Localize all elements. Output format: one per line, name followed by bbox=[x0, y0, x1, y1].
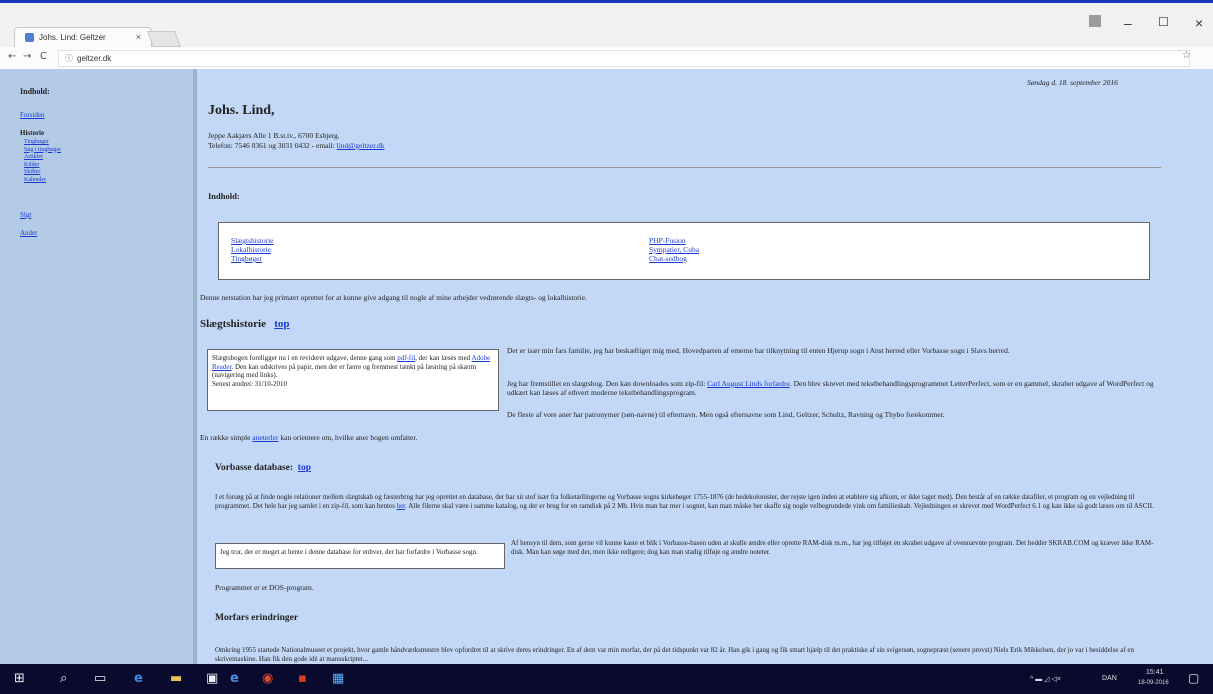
sidebar-link-slgt[interactable]: Slgt bbox=[20, 211, 31, 219]
office-icon[interactable]: ▪ bbox=[298, 671, 307, 686]
toc-link[interactable]: Sympatier, Cuba bbox=[649, 245, 699, 254]
dos-text: Programmet er et DOS-program. bbox=[215, 583, 314, 592]
heading-text: Vorbasse database: bbox=[215, 463, 294, 473]
browser-tab[interactable]: Johs. Lind: Geltzer × bbox=[14, 27, 152, 48]
vorbasse-notice-box: Jeg tror, der er meget at hente i denne … bbox=[215, 543, 505, 569]
section-heading-slaegt: Slægtshistorie top bbox=[200, 318, 290, 331]
para-vorbasse: I et forsøg på at finde nogle relationer… bbox=[215, 493, 1160, 510]
toc-link[interactable]: PHP-Fusion bbox=[649, 236, 686, 245]
sidebar: Indhold: Forsiden Historie Tingbøger Søg… bbox=[0, 69, 197, 667]
windows-start-icon[interactable]: ⊞ bbox=[14, 671, 25, 686]
heading-text: Slægtshistorie bbox=[200, 318, 266, 330]
intro-text: Denne netstation har jeg primært oprette… bbox=[200, 293, 587, 302]
address-text: Jeppe Aakjærs Alle 1 B.st.tv., 6700 Esbj… bbox=[208, 131, 340, 140]
sidebar-item[interactable]: Skifter bbox=[24, 169, 40, 175]
minimize-button[interactable]: – bbox=[1124, 15, 1132, 31]
sidebar-item[interactable]: Tingbøger bbox=[24, 139, 49, 145]
sidebar-item[interactable]: Artikler bbox=[24, 154, 43, 160]
notice-box: Slægtsbogen foreligger nu i en revideret… bbox=[207, 349, 499, 411]
sidebar-link-forsiden[interactable]: Forsiden bbox=[20, 111, 45, 119]
tray-icons[interactable]: ^ ▬ ◿ ◁× bbox=[1030, 675, 1061, 683]
file-explorer-icon[interactable]: ▬ bbox=[170, 671, 182, 686]
internet-explorer-icon[interactable]: e bbox=[230, 671, 239, 686]
notice-text-part: , der kan læses med bbox=[415, 354, 471, 362]
top-link[interactable]: top bbox=[274, 318, 289, 330]
url-field[interactable]: ⓘ geltzer.dk bbox=[58, 50, 1190, 67]
site-info-icon[interactable]: ⓘ bbox=[65, 54, 73, 63]
phone-text: Telefon: 7546 0361 og 3031 0432 - email: bbox=[208, 141, 335, 150]
toc-link[interactable]: Chat-sedbog bbox=[649, 254, 687, 263]
para-slaegtsbog: Jeg har fremstillet en slægtsbog. Den ka… bbox=[507, 379, 1157, 397]
para-text: En række simple bbox=[200, 433, 251, 442]
address-bar-row: ← → C ⓘ geltzer.dk ☆ bbox=[0, 47, 1213, 70]
maximize-button[interactable]: ☐ bbox=[1158, 15, 1169, 29]
para-text: Jeg har fremstillet en slægtsbog. Den ka… bbox=[507, 379, 706, 388]
language-indicator[interactable]: DAN bbox=[1102, 675, 1117, 682]
store-icon[interactable]: ▣ bbox=[206, 671, 218, 686]
section-heading-morfar: Morfars erindringer bbox=[215, 613, 299, 623]
reload-icon[interactable]: C bbox=[40, 51, 47, 62]
toc-left-list: Slægtshistorie Lokalhistorie Tingbøger bbox=[231, 236, 274, 263]
email-link[interactable]: lind@geltzer.dk bbox=[337, 141, 385, 150]
tab-title: Johs. Lind: Geltzer bbox=[39, 33, 106, 42]
clock-time[interactable]: 15:41 bbox=[1146, 669, 1164, 676]
her-link[interactable]: her bbox=[397, 502, 406, 510]
notice-date: Senest ændret: 31/10-2010 bbox=[212, 379, 288, 388]
toc-right-list: PHP-Fusion Sympatier, Cuba Chat-sedbog bbox=[649, 236, 699, 263]
tab-close-icon[interactable]: × bbox=[136, 32, 141, 42]
para-text: kan orientere om, hvilke aner bogen omfa… bbox=[280, 433, 418, 442]
toc-link[interactable]: Slægtshistorie bbox=[231, 236, 274, 245]
sidebar-section-historie: Historie bbox=[20, 129, 45, 137]
browser-window: Johs. Lind: Geltzer × – ☐ × ← → C ⓘ geltz… bbox=[0, 0, 1213, 667]
notice-text: Slægtsbogen foreligger nu i en revideret… bbox=[212, 354, 496, 388]
sidebar-item[interactable]: Kilder bbox=[24, 162, 39, 168]
task-view-icon[interactable]: ▭ bbox=[94, 671, 106, 686]
contact-line: Telefon: 7546 0361 og 3031 0432 - email:… bbox=[208, 141, 385, 150]
divider bbox=[208, 167, 1161, 168]
para-skrab: Af hensyn til dem, som gerne vil kunne k… bbox=[511, 539, 1154, 556]
page-date: Søndag d. 18. september 2016 bbox=[1027, 78, 1118, 87]
url-text: geltzer.dk bbox=[77, 54, 112, 63]
sidebar-heading: Indhold: bbox=[20, 87, 50, 96]
page-content: Indhold: Forsiden Historie Tingbøger Søg… bbox=[0, 69, 1213, 667]
taskbar: ⊞ ⌕ ▭ e ▬ ▣ e ◉ ▪ ▦ ^ ▬ ◿ ◁× DAN 15:41 1… bbox=[0, 664, 1213, 694]
edge-icon[interactable]: e bbox=[134, 671, 143, 686]
indhold-heading: Indhold: bbox=[208, 191, 240, 201]
chrome-icon[interactable]: ◉ bbox=[262, 671, 273, 686]
notice-text-part: . Den kan udskrives på papir, men der er… bbox=[212, 362, 477, 380]
para-family: Det er især min fars familie, jeg har be… bbox=[507, 346, 1010, 355]
close-button[interactable]: × bbox=[1195, 15, 1203, 31]
vorbasse-notice-text: Jeg tror, der er meget at hente i denne … bbox=[220, 548, 478, 556]
top-link[interactable]: top bbox=[298, 463, 311, 473]
clock-date[interactable]: 18-09-2016 bbox=[1138, 680, 1169, 686]
carl-august-link[interactable]: Carl August Linds forfædre bbox=[707, 379, 790, 388]
back-icon[interactable]: ← bbox=[8, 51, 16, 62]
new-tab-button[interactable] bbox=[147, 31, 181, 47]
sidebar-item[interactable]: Kalender bbox=[24, 177, 46, 183]
toc-link[interactable]: Lokalhistorie bbox=[231, 245, 271, 254]
aneterler-link[interactable]: aneterler bbox=[252, 433, 278, 442]
profile-icon[interactable] bbox=[1089, 15, 1101, 27]
tab-bar: Johs. Lind: Geltzer × – ☐ × bbox=[0, 3, 1213, 48]
favicon-icon bbox=[25, 33, 34, 42]
sidebar-link-andet[interactable]: Andet bbox=[20, 229, 37, 237]
sidebar-list: Tingbøger Søg i tingbøger Artikler Kilde… bbox=[24, 139, 61, 184]
forward-icon[interactable]: → bbox=[23, 51, 31, 62]
para-text: . Alle filerne skal være i samme katalog… bbox=[405, 501, 1154, 510]
toc-link[interactable]: Tingbøger bbox=[231, 254, 262, 263]
page-title: Johs. Lind, bbox=[208, 103, 275, 118]
toc-box: Slægtshistorie Lokalhistorie Tingbøger P… bbox=[218, 222, 1150, 280]
search-icon[interactable]: ⌕ bbox=[60, 671, 67, 686]
section-heading-vorbasse: Vorbasse database: top bbox=[215, 463, 311, 474]
sidebar-item[interactable]: Søg i tingbøger bbox=[24, 147, 61, 153]
para-patronymer: De fleste af vore aner har patronymer (s… bbox=[507, 410, 945, 419]
para-morfar: Omkring 1955 startede Nationalmuseet et … bbox=[215, 646, 1135, 663]
app-icon[interactable]: ▦ bbox=[332, 671, 344, 686]
para-aneterler: En række simple aneterler kan orientere … bbox=[200, 433, 417, 442]
pdf-link[interactable]: pdf-fil bbox=[397, 354, 415, 362]
bookmark-star-icon[interactable]: ☆ bbox=[1182, 50, 1191, 61]
main-content: Søndag d. 18. september 2016 Johs. Lind,… bbox=[197, 69, 1213, 667]
notice-text-part: Slægtsbogen foreligger nu i en revideret… bbox=[212, 354, 396, 362]
notification-icon[interactable]: ▢ bbox=[1188, 671, 1199, 685]
